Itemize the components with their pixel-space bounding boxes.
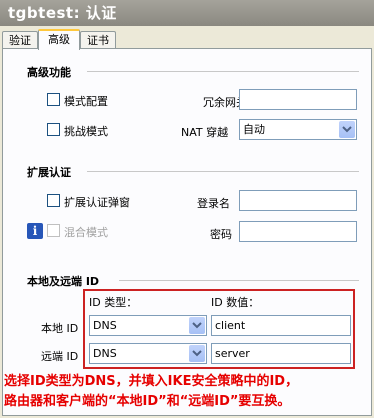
extended-auth-popup-label: 扩展认证弹窗	[64, 196, 130, 209]
caption-line-2: 路由器和客户端的“本地ID”和“远端ID”要互换。	[4, 394, 291, 409]
caption-line-1: 选择ID类型为DNS，并填入IKE安全策略中的ID，	[4, 374, 299, 389]
login-name-input[interactable]	[239, 190, 357, 211]
tab-advanced[interactable]: 高级	[38, 29, 80, 50]
aggressive-mode-checkbox[interactable]	[47, 123, 60, 136]
ids-section-title: 本地及远端 ID	[27, 275, 100, 288]
window-title: tgbtest: 认证	[0, 0, 374, 26]
extended-auth-separator	[87, 171, 359, 172]
local-id-label: 本地 ID	[41, 322, 79, 335]
info-icon: i	[27, 223, 43, 239]
remote-id-type-value: DNS	[93, 347, 117, 360]
aggressive-mode-label: 挑战模式	[64, 125, 108, 138]
tab-certificate[interactable]: 证书	[80, 31, 116, 49]
nat-traversal-label: NAT 穿越	[181, 126, 229, 139]
ids-separator	[119, 280, 359, 281]
tab-verify[interactable]: 验证	[2, 31, 38, 49]
redundant-gateway-input[interactable]	[239, 89, 357, 110]
login-name-label: 登录名	[197, 197, 230, 210]
id-type-header: ID 类型：	[89, 296, 138, 309]
remote-id-value-input[interactable]: server	[211, 343, 351, 364]
hybrid-mode-checkbox[interactable]	[47, 224, 60, 237]
local-id-type-select[interactable]: DNS	[89, 315, 207, 336]
chevron-down-icon[interactable]	[189, 345, 205, 362]
annotation-caption: 选择ID类型为DNS，并填入IKE安全策略中的ID， 路由器和客户端的“本地ID…	[4, 372, 372, 412]
hybrid-mode-label: 混合模式	[64, 226, 108, 239]
mode-config-label: 模式配置	[64, 95, 108, 108]
chevron-down-icon[interactable]	[339, 121, 355, 138]
nat-traversal-select[interactable]: 自动	[239, 119, 357, 140]
chevron-down-icon[interactable]	[189, 317, 205, 334]
advanced-panel: 高级功能 模式配置 冗余网关 挑战模式 NAT 穿越 自动 扩展认证 扩展认证弹…	[2, 48, 372, 416]
extended-auth-popup-checkbox[interactable]	[47, 194, 60, 207]
advanced-section-title: 高级功能	[27, 66, 71, 79]
tab-bar: 验证 高级 证书	[0, 29, 374, 50]
local-id-type-value: DNS	[93, 319, 117, 332]
id-value-header: ID 数值：	[211, 296, 260, 309]
extended-auth-section-title: 扩展认证	[27, 166, 71, 179]
remote-id-type-select[interactable]: DNS	[89, 343, 207, 364]
password-label: 密码	[210, 228, 232, 241]
advanced-separator	[87, 71, 359, 72]
local-id-value-input[interactable]: client	[211, 315, 351, 336]
password-input[interactable]	[239, 221, 357, 242]
nat-traversal-value: 自动	[243, 123, 265, 136]
mode-config-checkbox[interactable]	[47, 93, 60, 106]
remote-id-label: 远端 ID	[41, 350, 79, 363]
